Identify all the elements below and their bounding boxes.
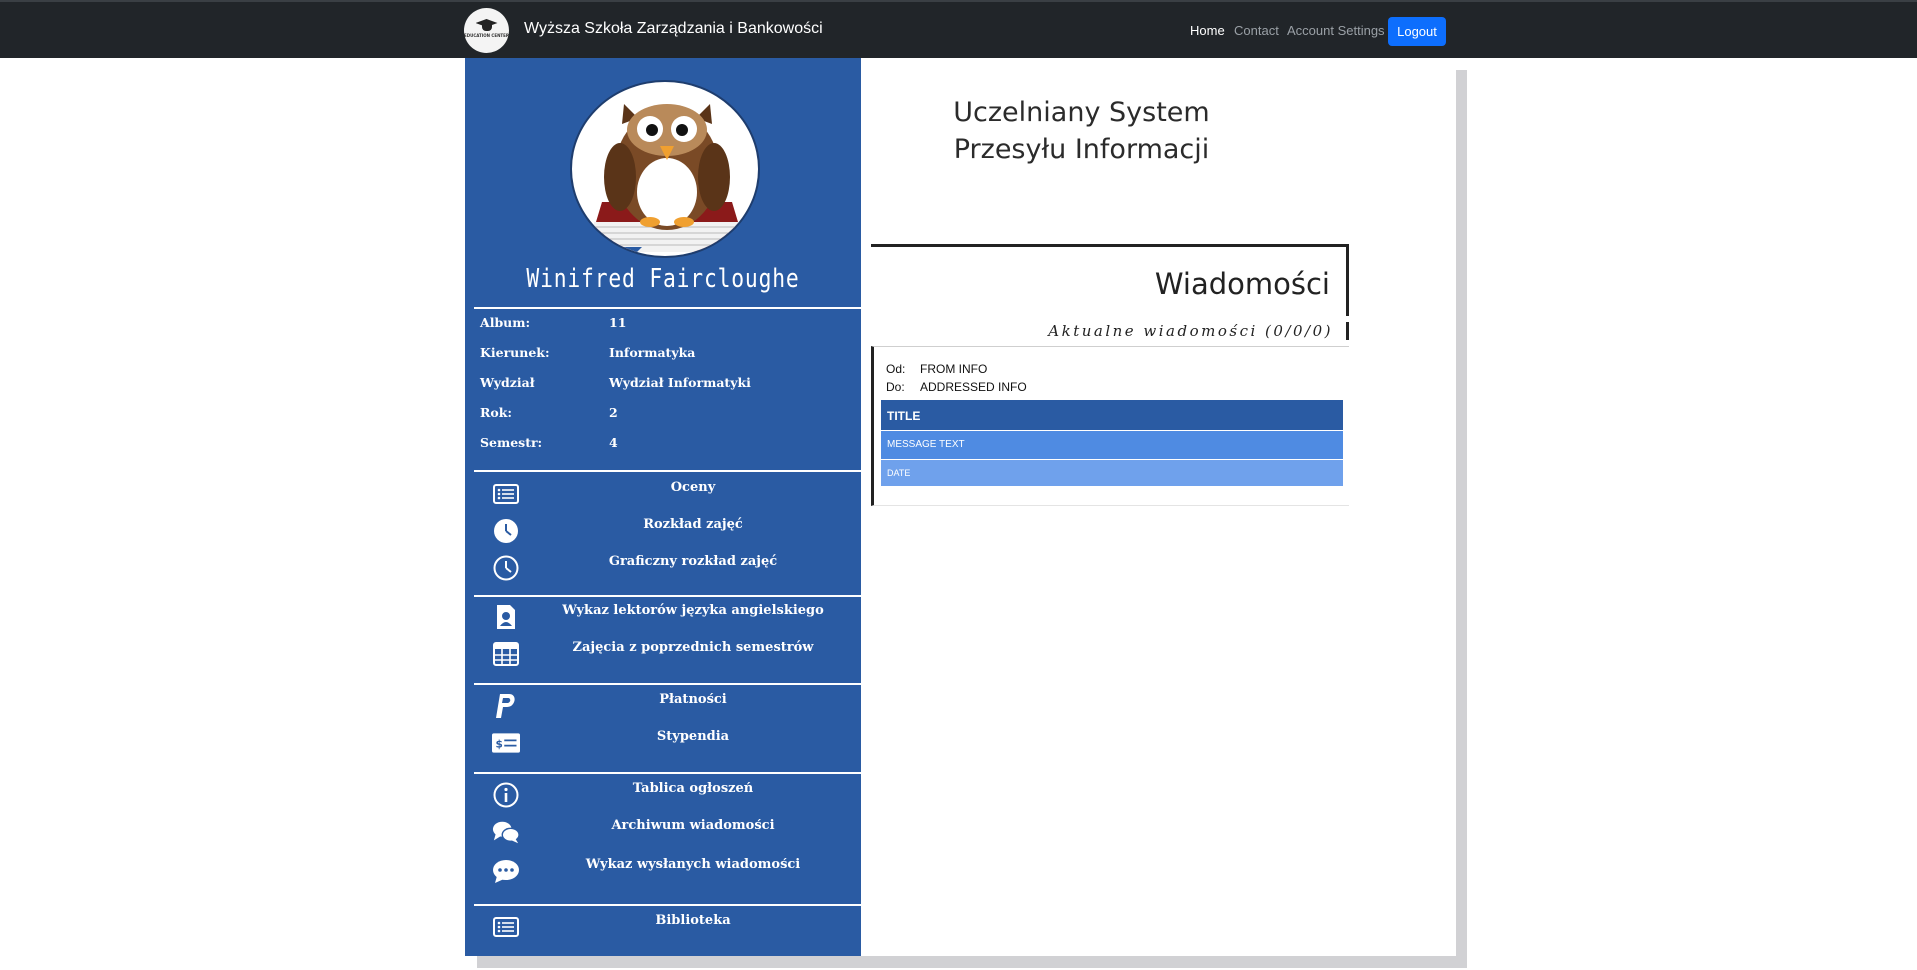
- info-row-semestr: Semestr: 4: [480, 435, 850, 455]
- avatar: [570, 80, 760, 258]
- message-text: MESSAGE TEXT: [881, 431, 1343, 459]
- menu-item-label: Archiwum wiadomości: [611, 818, 775, 833]
- list-icon: [492, 913, 520, 941]
- menu-item-label: Rozkład zajęć: [643, 517, 743, 532]
- svg-text:$: $: [496, 738, 503, 750]
- menu-item-tablica-ogloszen[interactable]: Tablica ogłoszeń: [465, 781, 861, 809]
- owl-mascot-icon: [587, 104, 747, 256]
- message-title: TITLE: [881, 400, 1343, 430]
- menu-item-label: Zajęcia z poprzednich semestrów: [572, 640, 814, 655]
- nav-link-account-settings[interactable]: Account Settings: [1287, 23, 1385, 38]
- messages-subheading: Aktualne wiadomości (0/0/0): [871, 322, 1349, 340]
- menu-item-label: Wykaz lektorów języka angielskiego: [562, 603, 824, 618]
- divider: [474, 307, 861, 309]
- divider: [474, 772, 861, 774]
- menu-item-label: Oceny: [670, 480, 716, 495]
- messages-header: Wiadomości: [871, 244, 1349, 316]
- to-label: Do:: [886, 380, 905, 394]
- info-row-wydzial: Wydział Wydział Informatyki: [480, 375, 850, 395]
- info-label: Album:: [480, 315, 531, 330]
- education-center-logo[interactable]: EDUCATION CENTER: [464, 8, 509, 53]
- message-date: DATE: [881, 460, 1343, 486]
- divider: [474, 683, 861, 685]
- menu-item-wykaz-lektorow[interactable]: Wykaz lektorów języka angielskiego: [465, 603, 861, 631]
- info-row-album: Album: 11: [480, 315, 850, 335]
- info-row-rok: Rok: 2: [480, 405, 850, 425]
- top-navbar: EDUCATION CENTER Wyższa Szkoła Zarządzan…: [0, 0, 1917, 58]
- menu-item-archiwum-wiadomosci[interactable]: Archiwum wiadomości: [465, 818, 861, 846]
- cash-icon: $: [492, 729, 520, 757]
- info-label: Kierunek:: [480, 345, 550, 360]
- logout-button[interactable]: Logout: [1388, 17, 1446, 46]
- nav-link-contact[interactable]: Contact: [1234, 23, 1279, 38]
- menu-item-stypendia[interactable]: $ Stypendia: [465, 729, 861, 757]
- info-label: Rok:: [480, 405, 513, 420]
- menu-item-biblioteka[interactable]: Biblioteka: [465, 913, 861, 941]
- messages-heading: Wiadomości: [1154, 267, 1330, 301]
- clock-icon: [492, 517, 520, 545]
- student-name: Winifred Faircloughe: [526, 264, 800, 294]
- main-content: Uczelniany System Przesyłu Informacji Wi…: [861, 58, 1456, 956]
- menu-item-graficzny-rozklad[interactable]: Graficzny rozkład zajęć: [465, 554, 861, 582]
- info-value: 2: [609, 405, 618, 420]
- graduation-cap-icon: [476, 19, 498, 33]
- list-icon: [492, 480, 520, 508]
- info-value: Informatyka: [609, 345, 696, 360]
- divider: [474, 904, 861, 906]
- menu-item-wyslane-wiadomosci[interactable]: Wykaz wysłanych wiadomości: [465, 857, 861, 885]
- menu-item-label: Biblioteka: [655, 913, 731, 928]
- info-value: Wydział Informatyki: [609, 375, 751, 390]
- menu-item-label: Tablica ogłoszeń: [632, 781, 754, 796]
- sidebar: Winifred Faircloughe Album: 11 Kierunek:…: [465, 58, 861, 956]
- table-icon: [492, 640, 520, 668]
- divider: [474, 595, 861, 597]
- menu-item-label: Wykaz wysłanych wiadomości: [585, 857, 801, 872]
- clock-icon: [492, 554, 520, 582]
- from-label: Od:: [886, 362, 906, 376]
- chat-bubbles-icon: [492, 818, 520, 846]
- menu-item-label: Płatności: [659, 692, 727, 707]
- brand-name[interactable]: Wyższa Szkoła Zarządzania i Bankowości: [524, 20, 823, 38]
- menu-item-label: Stypendia: [656, 729, 730, 744]
- nav-link-home[interactable]: Home: [1190, 23, 1225, 38]
- menu-item-oceny[interactable]: Oceny: [465, 480, 861, 508]
- info-row-kierunek: Kierunek: Informatyka: [480, 345, 850, 365]
- paypal-icon: [492, 692, 520, 720]
- info-label: Semestr:: [480, 435, 543, 450]
- info-icon: [492, 781, 520, 809]
- menu-item-label: Graficzny rozkład zajęć: [608, 554, 778, 569]
- divider: [474, 470, 861, 472]
- to-value: ADDRESSED INFO: [920, 380, 1027, 394]
- info-value: 11: [609, 315, 627, 330]
- message-card[interactable]: Od: FROM INFO Do: ADDRESSED INFO TITLE M…: [871, 346, 1349, 506]
- info-value: 4: [609, 435, 618, 450]
- menu-item-zajecia-poprzednie[interactable]: Zajęcia z poprzednich semestrów: [465, 640, 861, 668]
- logo-text: EDUCATION CENTER: [464, 33, 509, 38]
- from-value: FROM INFO: [920, 362, 988, 376]
- chat-dots-icon: [492, 857, 520, 885]
- menu-item-rozklad-zajec[interactable]: Rozkład zajęć: [465, 517, 861, 545]
- person-badge-icon: [492, 603, 520, 631]
- menu-item-platnosci[interactable]: Płatności: [465, 692, 861, 720]
- info-label: Wydział: [480, 375, 535, 390]
- page-title: Uczelniany System Przesyłu Informacji: [953, 97, 1210, 165]
